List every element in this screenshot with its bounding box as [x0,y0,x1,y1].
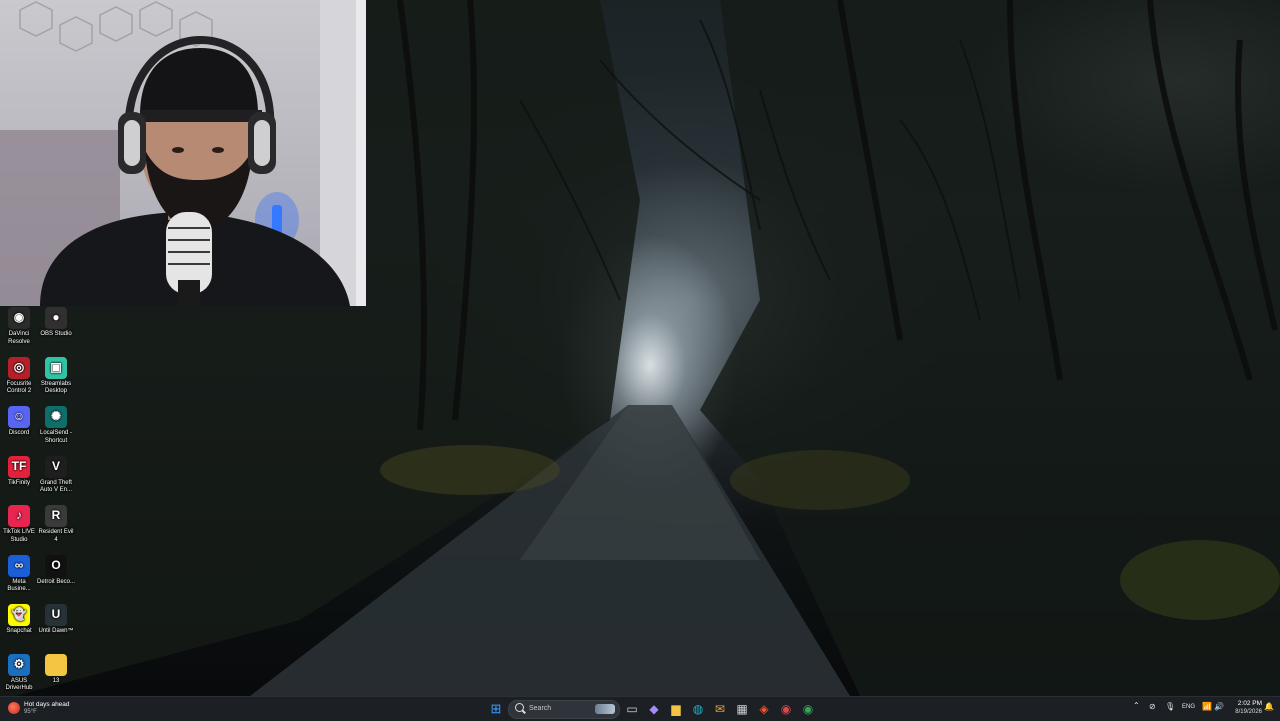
weather-widget[interactable]: Hot days ahead 95°F [6,700,96,718]
until-dawn-icon: U [45,604,67,626]
clock[interactable]: 2:02 PM 8/19/2026 [1226,699,1262,716]
network-off-icon[interactable]: ⊘ [1149,702,1156,711]
language-indicator[interactable]: ENG [1182,704,1195,710]
desktop-shortcut[interactable]: ● OBS Studio [37,307,75,339]
desktop-shortcut[interactable]: ∞ Meta Busine... [0,554,38,594]
volume-icon[interactable]: 🔊 [1214,702,1224,711]
desktop-shortcut-label: LocalSend - Shortcut [39,430,73,444]
focusrite-icon: ◎ [8,356,30,379]
start-button[interactable]: ⊞ [488,701,504,717]
search-highlight-icon [595,704,615,714]
webcam-overlay [0,0,366,306]
desktop-shortcut-label: ASUS DriverHub [5,677,33,692]
desktop-shortcut[interactable]: 👻 Snapchat [0,604,38,636]
desktop-shortcut-label: Discord [8,430,30,436]
taskbar: Hot days ahead 95°F ⊞ Search ▭ ◆ ▆ ◍ ✉ ▦ ◈ ◉ ◉ ⌃… [0,696,1280,721]
screen-recorder-icon[interactable]: ◉ [778,701,794,717]
desktop-shortcut[interactable]: U Until Dawn™ [37,604,75,636]
desktop-shortcut[interactable]: ✺ LocalSend - Shortcut [37,406,75,445]
tikfinity-icon: TF [8,455,30,478]
gta-v-icon: V [45,455,67,478]
snapchat-icon: 👻 [8,604,30,626]
file-explorer-icon[interactable]: ▆ [668,701,684,717]
microphone-icon[interactable]: 🎙 [1165,702,1175,711]
desktop-shortcut[interactable]: O Detroit Beco... [37,554,76,587]
desktop-shortcut-label: DaVinci Resolve [8,331,30,345]
desktop-shortcut-label: Detroit Beco... [37,578,76,585]
asus-driverhub-icon: ⚙ [8,653,30,676]
davinci-resolve-icon: ◉ [8,307,30,329]
copilot-icon[interactable]: ◆ [646,701,662,717]
meta-business-icon: ∞ [8,554,30,577]
desktop-shortcut[interactable]: ⚙ ASUS DriverHub [0,653,38,693]
desktop-shortcut-label: TikTok LIVE Studio [3,529,35,543]
brave-icon[interactable]: ◈ [756,701,772,717]
desktop-shortcut[interactable]: ♪ TikTok LIVE Studio [0,505,38,544]
desktop-shortcut-label: OBS Studio [40,331,72,337]
detroit-icon: O [45,554,67,577]
desktop-shortcut[interactable]: ◉ DaVinci Resolve [0,307,38,346]
tiktok-live-icon: ♪ [8,505,30,527]
desktop-shortcut-label: 13 [52,677,60,684]
search-placeholder: Search [529,705,552,712]
webcam-person [0,0,366,306]
notification-bell-icon[interactable]: 🔔 [1264,702,1274,711]
obs-studio-icon: ● [45,307,67,329]
search-input[interactable]: Search [508,700,620,719]
clock-time: 2:02 PM [1237,700,1262,707]
desktop-shortcut[interactable]: R Resident Evil 4 [37,505,75,544]
desktop-shortcut[interactable]: TF TikFinity [0,455,38,488]
show-hidden-icons-chevron[interactable]: ⌃ [1133,701,1140,710]
chrome-icon[interactable]: ◉ [800,701,816,717]
resident-evil-icon: R [45,505,67,527]
search-icon-handle [522,709,526,714]
desktop-shortcut[interactable]: 13 [37,653,75,686]
desktop-shortcut-label: Meta Busine... [7,578,31,593]
weather-icon [8,702,20,714]
desktop-shortcut[interactable]: ▣ Streamlabs Desktop [37,356,75,396]
localsend-icon: ✺ [45,406,67,428]
desktop-shortcut-label: TikFinity [7,479,31,486]
wifi-icon[interactable]: 📶 [1202,702,1212,711]
desktop-shortcut-label: Snapchat [6,628,32,634]
desktop-shortcut-label: Streamlabs Desktop [40,380,72,395]
desktop-shortcut[interactable]: V Grand Theft Auto V En... [37,455,75,495]
weather-title: Hot days ahead [24,701,70,708]
desktop-shortcut-label: Focusrite Control 2 [6,380,32,395]
desktop-shortcut[interactable]: ◎ Focusrite Control 2 [0,356,38,396]
desktop-shortcut-label: Until Dawn™ [38,628,74,634]
store-icon[interactable]: ▦ [734,701,750,717]
streamlabs-icon: ▣ [45,356,67,379]
folder-icon [45,653,67,676]
desktop-shortcut[interactable]: ☺ Discord [0,406,38,438]
edge-icon[interactable]: ◍ [690,701,706,717]
desktop-shortcut-label: Grand Theft Auto V En... [39,479,73,494]
desktop-shortcut-label: Resident Evil 4 [38,529,74,543]
weather-temp: 95°F [24,709,37,715]
clock-date: 8/19/2026 [1235,709,1262,715]
task-view-icon[interactable]: ▭ [624,701,640,717]
discord-icon: ☺ [8,406,30,428]
mail-icon[interactable]: ✉ [712,701,728,717]
